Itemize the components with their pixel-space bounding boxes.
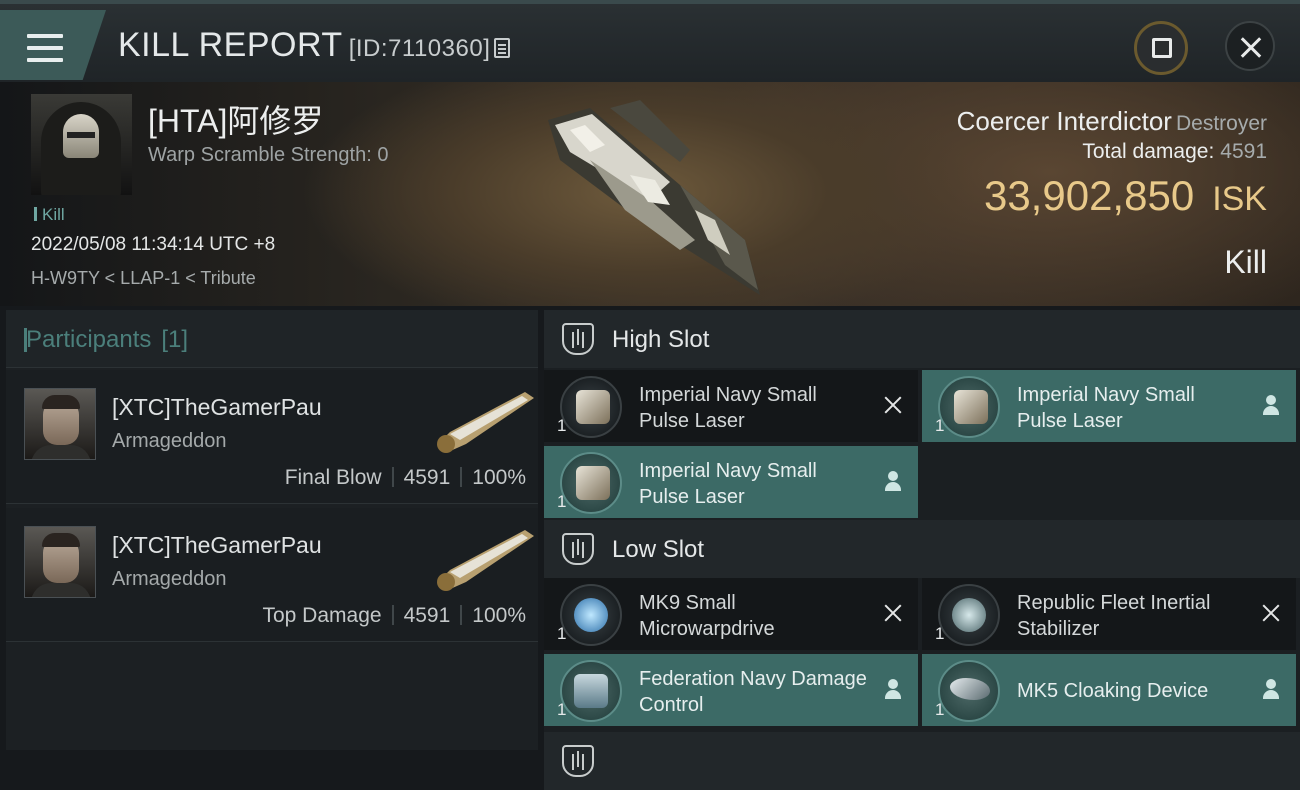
module-item[interactable]: 1 Republic Fleet Inertial Stabilizer: [922, 578, 1296, 650]
close-button[interactable]: [1225, 21, 1275, 71]
participant-damage: 4591: [403, 466, 451, 489]
laser-icon: [560, 376, 622, 438]
module-qty: 1: [557, 416, 567, 435]
participants-panel: Participants [1] [XTC]TheGamerPau Armaged…: [6, 310, 538, 750]
kill-id: [ID:7110360]: [348, 35, 491, 62]
module-name: MK9 Small Microwarpdrive: [639, 592, 775, 640]
high-slot-icon: [562, 323, 594, 355]
share-button[interactable]: [1134, 21, 1188, 75]
participant-card[interactable]: [XTC]TheGamerPau Armageddon Final Blow 45…: [6, 370, 538, 504]
total-damage: Total damage: 4591: [1082, 140, 1267, 164]
module-qty: 1: [935, 624, 945, 643]
module-qty: 1: [557, 624, 567, 643]
page-title: KILL REPORT [ID:7110360]: [118, 26, 511, 65]
microwarpdrive-icon: [560, 584, 622, 646]
victim-ship-name: Coercer Interdictor: [956, 106, 1172, 136]
module-name: Republic Fleet Inertial Stabilizer: [1017, 592, 1211, 640]
participant-card[interactable]: [XTC]TheGamerPau Armageddon Top Damage 45…: [6, 508, 538, 642]
participant-damage: 4591: [403, 604, 451, 627]
kill-tag: Kill: [34, 205, 65, 225]
participant-percent: 100%: [472, 466, 526, 489]
module-item[interactable]: 1 MK9 Small Microwarpdrive: [544, 578, 918, 650]
fitting-panel: High Slot 1 Imperial Navy Small Pulse La…: [544, 310, 1300, 790]
total-damage-value: 4591: [1220, 140, 1267, 163]
module-item[interactable]: 1 MK5 Cloaking Device: [922, 654, 1296, 726]
dropped-icon: [1260, 394, 1282, 416]
module-item[interactable]: 1 Imperial Navy Small Pulse Laser: [544, 370, 918, 442]
participant-role: Top Damage: [262, 604, 382, 627]
next-slot-header: [544, 732, 1300, 790]
destroyed-icon: [882, 602, 904, 624]
victim-banner: [HTA]阿修罗 Warp Scramble Strength: 0 Kill …: [0, 82, 1300, 306]
weapon-icon: [437, 392, 534, 453]
participant-role: Final Blow: [284, 466, 382, 489]
participants-header: Participants [1]: [6, 310, 538, 368]
participant-name[interactable]: [XTC]TheGamerPau: [112, 394, 322, 421]
module-qty: 1: [935, 416, 945, 435]
participants-count: [1]: [161, 326, 189, 353]
isk-unit: ISK: [1212, 180, 1267, 218]
victim-ship[interactable]: Coercer Interdictor Destroyer: [957, 106, 1267, 137]
module-name: Imperial Navy Small Pulse Laser: [639, 460, 817, 508]
inertial-stabilizer-icon: [938, 584, 1000, 646]
dropped-icon: [882, 470, 904, 492]
warp-scramble-strength: Warp Scramble Strength: 0: [148, 144, 389, 166]
dropped-icon: [1260, 678, 1282, 700]
kill-result: Kill: [1224, 244, 1267, 280]
dropped-icon: [882, 678, 904, 700]
laser-icon: [560, 452, 622, 514]
module-item[interactable]: 1 Imperial Navy Small Pulse Laser: [922, 370, 1296, 442]
destroyed-icon: [882, 394, 904, 416]
isk-value: 33,902,850 ISK: [984, 172, 1267, 220]
module-qty: 1: [935, 700, 945, 719]
avatar[interactable]: [24, 526, 96, 598]
destroyed-icon: [1260, 602, 1282, 624]
low-slot-header: Low Slot: [544, 520, 1300, 578]
cloaking-device-icon: [938, 660, 1000, 722]
participant-stats: Top Damage 4591 100%: [262, 604, 526, 628]
victim-name[interactable]: [HTA]阿修罗: [148, 96, 323, 142]
kill-datetime: 2022/05/08 11:34:14 UTC +8: [31, 234, 276, 255]
damage-control-icon: [560, 660, 622, 722]
victim-portrait[interactable]: [31, 94, 132, 195]
participant-name[interactable]: [XTC]TheGamerPau: [112, 532, 322, 559]
module-qty: 1: [557, 492, 567, 511]
module-name: Imperial Navy Small Pulse Laser: [1017, 384, 1195, 432]
total-damage-label: Total damage:: [1082, 140, 1215, 163]
isk-amount: 33,902,850: [983, 172, 1195, 219]
module-item[interactable]: 1 Federation Navy Damage Control: [544, 654, 918, 726]
low-slot-icon: [562, 533, 594, 565]
low-slot-label: Low Slot: [612, 536, 705, 563]
ship-class: Destroyer: [1175, 112, 1267, 135]
participant-stats: Final Blow 4591 100%: [285, 466, 526, 490]
participant-percent: 100%: [472, 604, 526, 627]
share-icon: [1152, 38, 1172, 58]
participant-ship: Armageddon: [112, 430, 227, 452]
ship-image[interactable]: [530, 90, 770, 300]
module-qty: 1: [557, 700, 567, 719]
module-item[interactable]: 1 Imperial Navy Small Pulse Laser: [544, 446, 918, 518]
module-name: Federation Navy Damage Control: [639, 668, 867, 716]
top-bar: KILL REPORT [ID:7110360]: [0, 0, 1300, 82]
copy-icon[interactable]: [494, 38, 511, 58]
hamburger-icon[interactable]: [27, 34, 63, 62]
participants-title: Participants: [26, 326, 152, 353]
page-title-text: KILL REPORT: [118, 26, 343, 64]
avatar[interactable]: [24, 388, 96, 460]
high-slot-header: High Slot: [544, 310, 1300, 368]
kill-location[interactable]: H-W9TY < LLAP-1 < Tribute: [31, 268, 256, 289]
participant-ship: Armageddon: [112, 568, 227, 590]
module-name: Imperial Navy Small Pulse Laser: [639, 384, 817, 432]
module-name: MK5 Cloaking Device: [1017, 680, 1209, 702]
menu-button[interactable]: [0, 10, 106, 80]
weapon-icon: [437, 530, 534, 591]
laser-icon: [938, 376, 1000, 438]
high-slot-label: High Slot: [612, 326, 710, 353]
